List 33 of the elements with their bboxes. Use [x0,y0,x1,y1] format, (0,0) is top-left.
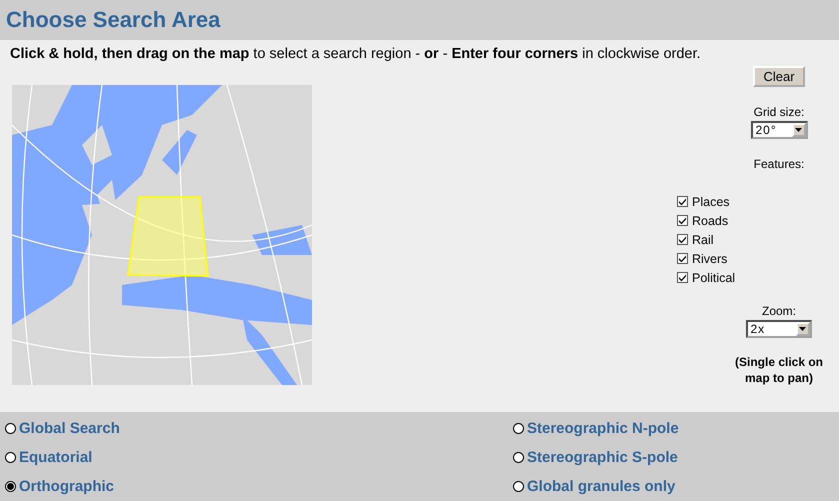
radio-button[interactable] [5,423,16,434]
caret-icon [799,327,806,331]
projection-link[interactable]: Equatorial [19,449,92,466]
projection-link[interactable]: Stereographic S-pole [527,449,678,466]
radio-button[interactable] [513,452,524,463]
pan-hint: (Single click on map to pan) [734,354,824,386]
checkbox-label: Political [692,270,736,284]
radio-button[interactable] [513,481,524,492]
grid-size-dropdown[interactable]: 20° [750,121,808,139]
features-label: Features: [754,157,804,171]
checkbox[interactable] [677,215,688,226]
grid-size-label: Grid size: [754,105,804,119]
checkbox[interactable] [677,234,688,245]
radio-button[interactable] [5,481,16,492]
projection-link[interactable]: Global granules only [527,478,676,495]
projection-link[interactable]: Stereographic N-pole [527,420,679,437]
clear-button[interactable]: Clear [753,66,805,87]
radio-button[interactable] [513,423,524,434]
projection-link[interactable]: Global Search [19,420,120,437]
instructions: Click & hold, then drag on the map to select a search region - or - Enter four corners in clockwise order. [10,46,702,62]
zoom-label: Zoom: [762,304,796,318]
checkbox-label: Places [692,194,730,208]
page-title: Choose Search Area [6,7,220,33]
caret-icon [795,128,802,132]
checkbox[interactable] [677,272,688,283]
radio-button[interactable] [5,452,16,463]
projection-link[interactable]: Orthographic [19,478,114,495]
checkbox[interactable] [677,196,688,207]
checkbox-label: Rail [692,232,714,246]
checkbox-label: Rivers [692,252,728,266]
zoom-dropdown[interactable]: 2x [746,320,812,338]
checkbox-label: Roads [692,214,728,228]
checkbox[interactable] [677,253,688,264]
